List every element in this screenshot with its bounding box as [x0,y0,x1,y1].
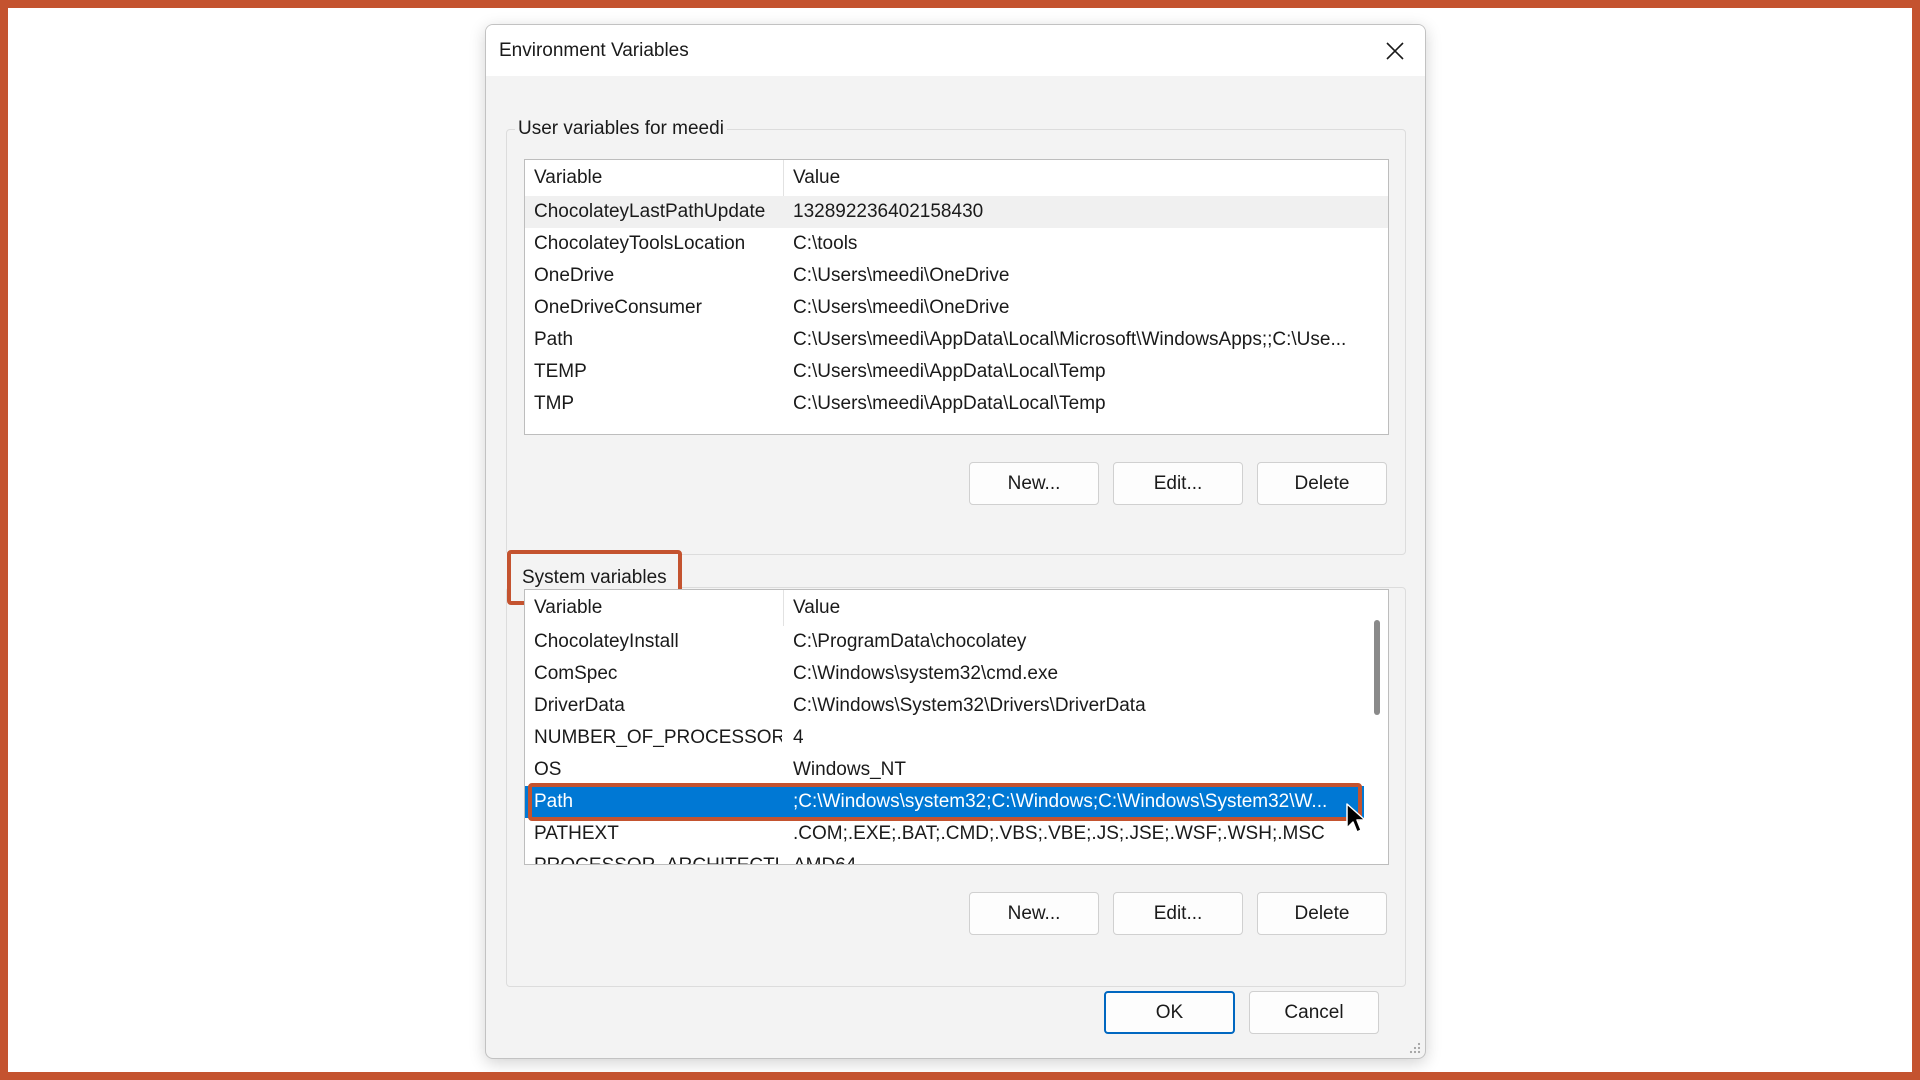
user-edit-button[interactable]: Edit... [1113,462,1243,505]
column-header-value[interactable]: Value [784,160,1388,196]
list-header: Variable Value [525,590,1388,626]
cancel-button[interactable]: Cancel [1249,991,1379,1034]
user-variables-list[interactable]: Variable Value ChocolateyLastPathUpdate … [524,159,1389,435]
table-row[interactable]: ComSpec C:\Windows\system32\cmd.exe [525,658,1364,690]
dialog-title: Environment Variables [499,40,689,61]
table-row[interactable]: ChocolateyLastPathUpdate 132892236402158… [525,196,1388,228]
table-row[interactable]: TMP C:\Users\meedi\AppData\Local\Temp [525,388,1388,420]
system-variables-list[interactable]: Variable Value ChocolateyInstall C:\Prog… [524,589,1389,865]
scroll-thumb[interactable] [1374,620,1380,715]
table-row[interactable]: TEMP C:\Users\meedi\AppData\Local\Temp [525,356,1388,388]
column-header-variable[interactable]: Variable [525,160,784,196]
title-bar: Environment Variables [486,25,1425,76]
close-button[interactable] [1365,25,1425,76]
user-delete-button[interactable]: Delete [1257,462,1387,505]
user-new-button[interactable]: New... [969,462,1099,505]
environment-variables-dialog: Environment Variables User variables for… [485,24,1426,1059]
table-row[interactable]: OneDriveConsumer C:\Users\meedi\OneDrive [525,292,1388,324]
resize-grip-icon[interactable] [1407,1040,1421,1054]
system-delete-button[interactable]: Delete [1257,892,1387,935]
list-header: Variable Value [525,160,1388,196]
table-row[interactable]: ChocolateyInstall C:\ProgramData\chocola… [525,626,1364,658]
table-row[interactable]: NUMBER_OF_PROCESSORS 4 [525,722,1364,754]
table-row[interactable]: DriverData C:\Windows\System32\Drivers\D… [525,690,1364,722]
table-row[interactable]: OneDrive C:\Users\meedi\OneDrive [525,260,1388,292]
ok-button[interactable]: OK [1104,991,1235,1034]
table-row[interactable]: OS Windows_NT [525,754,1364,786]
system-new-button[interactable]: New... [969,892,1099,935]
user-variables-label: User variables for meedi [515,118,727,140]
selection-highlight [528,783,1362,821]
close-icon [1386,41,1404,60]
mouse-pointer-icon [1346,803,1366,833]
system-edit-button[interactable]: Edit... [1113,892,1243,935]
table-row[interactable]: PROCESSOR_ARCHITECTU... AMD64 [525,850,1364,864]
table-row[interactable]: Path C:\Users\meedi\AppData\Local\Micros… [525,324,1388,356]
table-row[interactable]: PATHEXT .COM;.EXE;.BAT;.CMD;.VBS;.VBE;.J… [525,818,1364,850]
column-header-value[interactable]: Value [784,590,1364,626]
table-row[interactable]: ChocolateyToolsLocation C:\tools [525,228,1388,260]
column-header-variable[interactable]: Variable [525,590,784,626]
